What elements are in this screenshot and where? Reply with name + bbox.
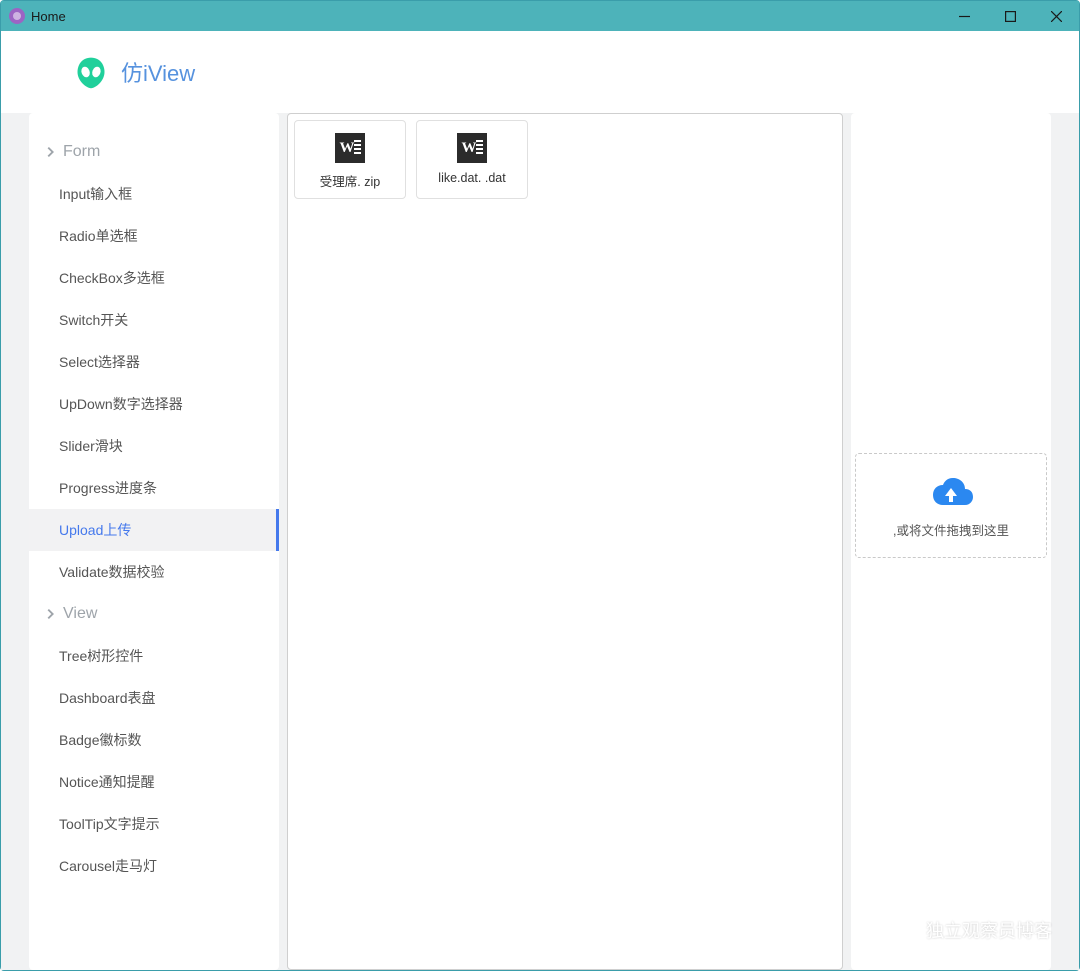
sidebar-item-updown[interactable]: UpDown数字选择器 [29, 383, 279, 425]
sidebar-item-carousel[interactable]: Carousel走马灯 [29, 845, 279, 887]
section-header-view[interactable]: View [29, 593, 279, 635]
watermark: 独立观察员博客 [890, 917, 1052, 943]
sidebar-item-validate[interactable]: Validate数据校验 [29, 551, 279, 593]
section-title: Form [63, 143, 100, 161]
section-header-form[interactable]: Form [29, 131, 279, 173]
minimize-button[interactable] [941, 1, 987, 31]
titlebar[interactable]: Home [1, 1, 1079, 31]
app-icon [9, 8, 25, 24]
sidebar-item-dashboard[interactable]: Dashboard表盘 [29, 677, 279, 719]
watermark-text: 独立观察员博客 [926, 917, 1052, 943]
file-name: 受理席. zip [320, 171, 380, 190]
chevron-right-icon [43, 145, 57, 159]
section-title: View [63, 605, 97, 623]
chevron-right-icon [43, 607, 57, 621]
file-name: like.dat. .dat [438, 171, 505, 185]
app-header: 仿iView [1, 31, 1079, 113]
sidebar-item-slider[interactable]: Slider滑块 [29, 425, 279, 467]
alien-logo-icon [73, 54, 109, 90]
close-button[interactable] [1033, 1, 1079, 31]
brand-name: 仿iView [121, 56, 195, 88]
sidebar-item-input[interactable]: Input输入框 [29, 173, 279, 215]
file-list: W 受理席. zip W like.dat. .dat [294, 120, 836, 199]
maximize-button[interactable] [987, 1, 1033, 31]
sidebar-item-badge[interactable]: Badge徽标数 [29, 719, 279, 761]
sidebar-item-tooltip[interactable]: ToolTip文字提示 [29, 803, 279, 845]
document-icon: W [335, 133, 365, 163]
cloud-upload-icon [927, 474, 975, 510]
sidebar: Form Input输入框 Radio单选框 CheckBox多选框 Switc… [29, 113, 279, 970]
window-title: Home [31, 9, 941, 24]
sidebar-item-notice[interactable]: Notice通知提醒 [29, 761, 279, 803]
sidebar-item-progress[interactable]: Progress进度条 [29, 467, 279, 509]
file-item[interactable]: W like.dat. .dat [416, 120, 528, 199]
wechat-icon [890, 917, 916, 943]
file-item[interactable]: W 受理席. zip [294, 120, 406, 199]
dropzone-text: ,或将文件拖拽到这里 [893, 520, 1009, 539]
content-area: W 受理席. zip W like.dat. .dat [287, 113, 843, 970]
sidebar-item-switch[interactable]: Switch开关 [29, 299, 279, 341]
right-panel: ,或将文件拖拽到这里 [851, 113, 1051, 970]
sidebar-item-select[interactable]: Select选择器 [29, 341, 279, 383]
document-icon: W [457, 133, 487, 163]
sidebar-item-radio[interactable]: Radio单选框 [29, 215, 279, 257]
sidebar-item-tree[interactable]: Tree树形控件 [29, 635, 279, 677]
sidebar-item-checkbox[interactable]: CheckBox多选框 [29, 257, 279, 299]
upload-dropzone[interactable]: ,或将文件拖拽到这里 [855, 453, 1047, 558]
sidebar-item-upload[interactable]: Upload上传 [29, 509, 279, 551]
